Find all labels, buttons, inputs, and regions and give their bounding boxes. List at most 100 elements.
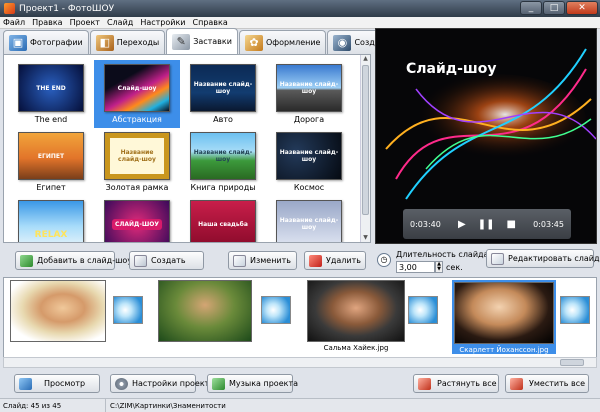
gallery-thumbnail: ЕГИПЕТ <box>18 132 84 180</box>
create-intro-button[interactable]: Создать <box>129 251 204 270</box>
gallery-item[interactable]: Название слайд-шоу Книга природы <box>180 128 266 196</box>
gallery-item[interactable]: СЛАЙД-ШОУ <box>94 196 180 242</box>
gallery-thumbnail: Название слайд-шоу <box>190 64 256 112</box>
transition-thumbnail[interactable] <box>560 296 590 324</box>
duration-label: Длительность слайда: <box>396 250 492 259</box>
gallery-thumbnail: RELAX <box>18 200 84 242</box>
fit-all-label: Уместить все <box>529 379 586 388</box>
delete-intro-button[interactable]: Удалить <box>304 251 366 270</box>
tab-intros-label: Заставки <box>193 37 232 46</box>
transitions-icon: ◧ <box>95 34 114 51</box>
gallery-item[interactable]: Слайд-шоу Абстракция <box>94 60 180 128</box>
scroll-down-icon[interactable]: ▼ <box>362 234 369 242</box>
delete-intro-label: Удалить <box>326 256 361 265</box>
photos-icon: ▣ <box>9 34 27 51</box>
slide-thumbnail <box>307 280 405 342</box>
gallery-item[interactable]: Наша свадьба <box>180 196 266 242</box>
tab-photos[interactable]: ▣ Фотографии <box>3 30 89 54</box>
transition-thumbnail[interactable] <box>113 296 143 324</box>
gallery-item[interactable]: RELAX <box>8 196 94 242</box>
menu-help[interactable]: Справка <box>193 18 228 27</box>
close-button[interactable]: ✕ <box>566 1 598 15</box>
menu-edit[interactable]: Правка <box>32 18 62 27</box>
player-controls: 0:03:40 ▶ ❚❚ ■ 0:03:45 <box>403 209 571 239</box>
gallery-item-label: Космос <box>293 183 325 192</box>
edit-icon <box>233 254 246 267</box>
tab-transitions-label: Переходы <box>116 38 160 47</box>
gallery-thumbnail: Наша свадьба <box>190 200 256 242</box>
duration-spinner[interactable]: ▲ ▼ <box>435 261 443 273</box>
gallery-thumbnail: СЛАЙД-ШОУ <box>104 200 170 242</box>
gallery-item-label: Авто <box>213 115 233 124</box>
gallery-thumbnail: Слайд-шоу <box>104 64 170 112</box>
gallery-thumbnail: Название слайд-шоу <box>190 132 256 180</box>
edit-slide-button[interactable]: Редактировать слайд <box>486 249 600 268</box>
gallery-thumbnail: Название слайд-шоу <box>276 64 342 112</box>
gallery-thumbnail: Название слайд-шоу <box>276 132 342 180</box>
duration-unit: сек. <box>446 263 463 272</box>
edit-intro-label: Изменить <box>250 256 291 265</box>
gallery-thumbnail: Название слайд-шоу <box>276 200 342 242</box>
scroll-up-icon[interactable]: ▲ <box>362 55 369 63</box>
gallery-item-label: The end <box>34 115 68 124</box>
stretch-all-label: Растянуть все <box>437 379 497 388</box>
gallery-item[interactable]: THE END The end <box>8 60 94 128</box>
stretch-all-button[interactable]: Растянуть все <box>413 374 499 393</box>
stop-icon[interactable]: ■ <box>507 219 516 230</box>
gallery-scroll-thumb[interactable] <box>362 65 369 215</box>
duration-input[interactable]: 3,00 <box>396 261 435 273</box>
tab-intros[interactable]: ✎ Заставки <box>166 28 238 54</box>
slide-thumbnail <box>158 280 252 342</box>
design-icon: ✿ <box>244 34 263 51</box>
gallery-item-label: Египет <box>36 183 66 192</box>
stretch-icon <box>418 377 431 390</box>
slide-timeline: Сальма Хайек.jpg Скарлетт Йоханссон.jpg <box>3 277 597 362</box>
timeline-scroll-thumb[interactable] <box>560 359 584 366</box>
fit-all-button[interactable]: Уместить все <box>505 374 589 393</box>
pause-icon[interactable]: ❚❚ <box>478 219 495 230</box>
play-icon[interactable]: ▶ <box>458 219 466 230</box>
preview-panel: Слайд-шоу 0:03:40 ▶ ❚❚ ■ 0:03:45 <box>375 28 597 244</box>
transition-thumbnail[interactable] <box>408 296 438 324</box>
tab-design[interactable]: ✿ Оформление <box>238 30 327 54</box>
create-doc-icon <box>134 254 147 267</box>
intro-gallery: THE END The end Слайд-шоу Абстракция Наз… <box>3 54 371 243</box>
gallery-scrollbar[interactable]: ▲ ▼ <box>360 55 370 242</box>
gallery-thumbnail: THE END <box>18 64 84 112</box>
add-icon <box>20 254 33 267</box>
project-music-button[interactable]: Музыка проекта <box>207 374 298 393</box>
gallery-item[interactable]: ЕГИПЕТ Египет <box>8 128 94 196</box>
transition-thumbnail[interactable] <box>261 296 291 324</box>
gallery-item[interactable]: Название слайд-шоу Авто <box>180 60 266 128</box>
title-bar: Проект1 - ФотоШОУ _ □ ✕ <box>0 0 600 17</box>
timeline-slide[interactable] <box>157 280 253 344</box>
add-to-slideshow-button[interactable]: Добавить в слайд-шоу <box>15 251 132 270</box>
gallery-item[interactable]: Название слайд-шоу Дорога <box>266 60 352 128</box>
timeline-slide[interactable] <box>8 280 108 344</box>
gallery-item[interactable]: Название слайд-шоу Золотая рамка <box>94 128 180 196</box>
timeline-slide-selected[interactable]: Скарлетт Йоханссон.jpg <box>452 280 556 354</box>
preview-label: Просмотр <box>44 379 86 388</box>
fit-icon <box>510 377 523 390</box>
preview-button[interactable]: Просмотр <box>14 374 100 393</box>
gallery-thumbnail: Название слайд-шоу <box>104 132 170 180</box>
menu-settings[interactable]: Настройки <box>140 18 185 27</box>
edit-intro-button[interactable]: Изменить <box>228 251 297 270</box>
project-settings-button[interactable]: Настройки проекта <box>110 374 214 393</box>
minimize-button[interactable]: _ <box>520 1 542 15</box>
slide-label: Сальма Хайек.jpg <box>323 344 389 352</box>
clock-icon: ◷ <box>377 253 391 267</box>
menu-slide[interactable]: Слайд <box>107 18 133 27</box>
tab-transitions[interactable]: ◧ Переходы <box>89 30 166 54</box>
tab-photos-label: Фотографии <box>30 38 83 47</box>
gallery-item-label: Дорога <box>293 115 325 124</box>
timeline-scrollbar[interactable] <box>3 357 597 368</box>
gallery-item-label: Книга природы <box>190 183 256 192</box>
gallery-item[interactable]: Название слайд-шоу <box>266 196 352 242</box>
gallery-item[interactable]: Название слайд-шоу Космос <box>266 128 352 196</box>
main-tabs: ▣ Фотографии ◧ Переходы ✎ Заставки ✿ Офо… <box>3 28 396 54</box>
maximize-button[interactable]: □ <box>543 1 565 15</box>
timeline-slide[interactable]: Сальма Хайек.jpg <box>306 280 406 352</box>
menu-file[interactable]: Файл <box>3 18 25 27</box>
menu-project[interactable]: Проект <box>70 18 100 27</box>
